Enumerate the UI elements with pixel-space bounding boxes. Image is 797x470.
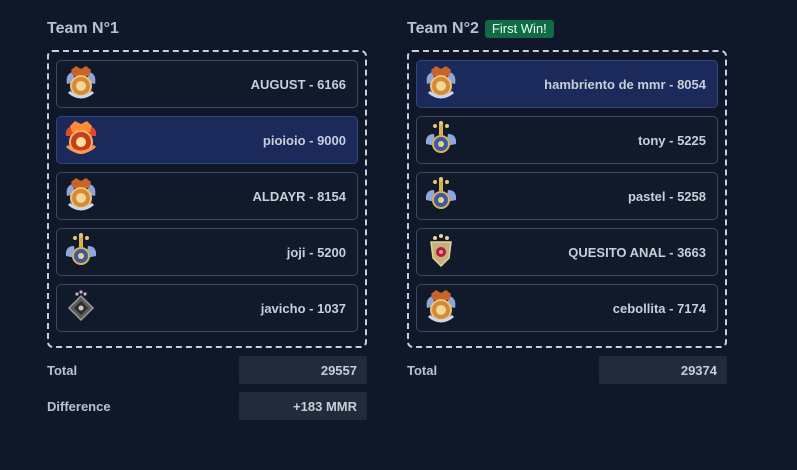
first-win-badge: First Win! (484, 20, 554, 38)
player-row[interactable]: javicho - 1037 (56, 284, 358, 332)
total-value: 29374 (599, 356, 727, 384)
team-1-header: Team N°1 (47, 18, 367, 40)
player-name: tony - 5225 (638, 132, 706, 148)
ancient-medal-icon (423, 120, 459, 160)
total-row: Total 29557 (47, 356, 367, 384)
player-row[interactable]: pioioio - 9000 (56, 116, 358, 164)
divine-medal-icon (423, 288, 459, 328)
player-name: pioioio - 9000 (262, 132, 346, 148)
player-row[interactable]: hambriento de mmr - 8054 (416, 60, 718, 108)
divine-medal-icon (63, 176, 99, 216)
difference-row: Difference +183 MMR (47, 392, 367, 420)
difference-label: Difference (47, 398, 111, 414)
total-label: Total (407, 362, 438, 378)
player-name: javicho - 1037 (260, 300, 346, 316)
herald-medal-icon (63, 288, 99, 328)
difference-value: +183 MMR (239, 392, 367, 420)
player-row[interactable]: tony - 5225 (416, 116, 718, 164)
team-1-title: Team N°1 (47, 20, 119, 37)
ancient-medal-icon (423, 176, 459, 216)
player-name: joji - 5200 (286, 244, 346, 260)
player-row[interactable]: pastel - 5258 (416, 172, 718, 220)
divine-medal-icon (423, 64, 459, 104)
player-name: QUESITO ANAL - 3663 (568, 244, 706, 260)
player-name: hambriento de mmr - 8054 (544, 76, 706, 92)
team-1-panel: Team N°1 AUGUST - 6166 pioioio - 9000 AL… (47, 18, 367, 420)
crusader-medal-icon (423, 232, 459, 272)
divine-medal-icon (63, 64, 99, 104)
team-2-panel: Team N°2 First Win! hambriento de mmr - … (407, 18, 727, 384)
player-name: ALDAYR - 8154 (252, 188, 346, 204)
player-row[interactable]: joji - 5200 (56, 228, 358, 276)
player-name: cebollita - 7174 (612, 300, 706, 316)
player-row[interactable]: ALDAYR - 8154 (56, 172, 358, 220)
total-label: Total (47, 362, 78, 378)
total-value: 29557 (239, 356, 367, 384)
player-row[interactable]: QUESITO ANAL - 3663 (416, 228, 718, 276)
player-name: AUGUST - 6166 (250, 76, 346, 92)
ancient-medal-icon (63, 232, 99, 272)
team-2-title: Team N°2 (407, 20, 479, 37)
team-1-roster: AUGUST - 6166 pioioio - 9000 ALDAYR - 81… (47, 50, 367, 348)
team-2-roster: hambriento de mmr - 8054 tony - 5225 pas… (407, 50, 727, 348)
player-name: pastel - 5258 (627, 188, 706, 204)
player-row[interactable]: cebollita - 7174 (416, 284, 718, 332)
total-row: Total 29374 (407, 356, 727, 384)
team-2-summary: Total 29374 (407, 356, 727, 384)
immortal-medal-icon (63, 120, 99, 160)
team-2-header: Team N°2 First Win! (407, 18, 727, 40)
team-1-summary: Total 29557 Difference +183 MMR (47, 356, 367, 420)
player-row[interactable]: AUGUST - 6166 (56, 60, 358, 108)
